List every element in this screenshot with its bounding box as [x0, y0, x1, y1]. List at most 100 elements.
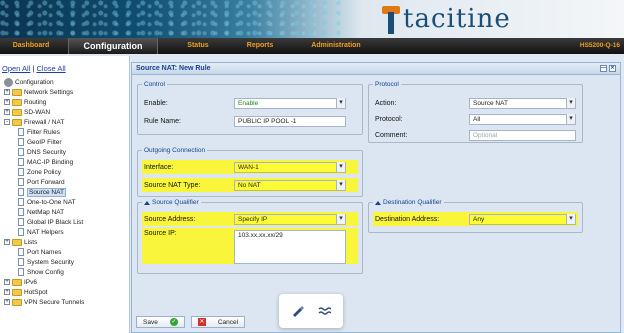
source-address-select[interactable]: Specify IP: [234, 213, 346, 225]
pen-icon[interactable]: [291, 304, 305, 318]
page-icon: [18, 218, 24, 226]
sidebar-item-routing[interactable]: + Routing: [4, 97, 46, 107]
brand-logo: tacitine: [380, 2, 511, 36]
sidebar-item-source-nat[interactable]: Source NAT: [18, 187, 66, 197]
sidebar-item-label: Network Settings: [24, 88, 74, 96]
rule-editor-panel: Source NAT: New Rule — ✕ Control Enable:…: [131, 62, 621, 333]
close-all-link[interactable]: Close All: [37, 64, 66, 73]
sidebar-item-hotspot[interactable]: + HotSpot: [4, 287, 48, 297]
folder-icon: [12, 288, 22, 296]
source-ip-row: Source IP: 103.xx.xx.xx/29: [142, 228, 358, 264]
sidebar-item-show-config[interactable]: Show Config: [18, 267, 64, 277]
save-button[interactable]: Save ✓: [136, 316, 185, 328]
source-ip-textarea[interactable]: 103.xx.xx.xx/29: [234, 230, 346, 264]
sidebar-item-system-security[interactable]: System Security: [18, 257, 74, 267]
page-icon: [18, 258, 24, 266]
device-model: HS5200-Q-16: [579, 42, 620, 49]
source-address-row: Source Address: Specify IP: [142, 212, 358, 226]
sidebar-item-vpn-secure-tunnels[interactable]: + VPN Secure Tunnels: [4, 297, 84, 307]
floating-toolbar: [279, 294, 343, 328]
sidebar-item-geoip-filter[interactable]: GeoIP Filter: [18, 137, 62, 147]
comment-row: Comment: Optional: [373, 128, 578, 142]
page-icon: [18, 138, 24, 146]
rule-name-label: Rule Name:: [144, 117, 181, 125]
check-icon: ✓: [169, 318, 178, 326]
pattern-icon[interactable]: [317, 304, 332, 318]
comment-input[interactable]: Optional: [469, 129, 576, 141]
page-icon: [18, 168, 24, 176]
folder-icon: [12, 88, 22, 96]
enable-row: Enable: Enable: [142, 96, 358, 110]
panel-title: Source NAT: New Rule: [136, 65, 211, 72]
expand-icon[interactable]: +: [4, 289, 10, 295]
nat-type-label: Source NAT Type:: [144, 181, 201, 189]
control-legend: Control: [144, 81, 165, 88]
sidebar-item-firewall-nat[interactable]: - Firewall / NAT: [4, 117, 64, 127]
nat-type-select[interactable]: No NAT: [234, 179, 346, 191]
source-qualifier-legend[interactable]: Source Qualifier: [142, 199, 201, 206]
destination-qualifier-legend[interactable]: Destination Qualifier: [373, 199, 444, 206]
save-label: Save: [143, 318, 158, 326]
destination-address-label: Destination Address:: [375, 215, 440, 223]
interface-select[interactable]: WAN-1: [234, 161, 346, 173]
sidebar-item-port-names[interactable]: Port Names: [18, 247, 61, 257]
nav-status[interactable]: Status: [168, 38, 228, 54]
sidebar-item-port-forward[interactable]: Port Forward: [18, 177, 65, 187]
page-icon: [18, 148, 24, 156]
sidebar-item-configuration[interactable]: Configuration: [4, 77, 54, 87]
sidebar-item-netmap-nat[interactable]: NetMap NAT: [18, 207, 64, 217]
expand-icon[interactable]: +: [4, 89, 10, 95]
sidebar-item-label: Configuration: [15, 78, 54, 86]
sidebar-item-label: NetMap NAT: [27, 208, 65, 216]
destination-qualifier-title: Destination Qualifier: [383, 199, 442, 206]
action-row: Action: Source NAT: [373, 96, 578, 110]
page-icon: [18, 208, 24, 216]
close-icon[interactable]: ✕: [609, 65, 616, 72]
destination-address-select[interactable]: Any: [469, 213, 576, 225]
sidebar-item-filter-rules[interactable]: Filter Rules: [18, 127, 60, 137]
sidebar-item-global-ip-black-list[interactable]: Global IP Black List: [18, 217, 83, 227]
destination-address-row: Destination Address: Any: [373, 212, 578, 226]
expand-icon[interactable]: +: [4, 109, 10, 115]
enable-select[interactable]: Enable: [234, 97, 346, 109]
sidebar-item-label: Zone Policy: [27, 168, 61, 176]
outgoing-connection-group: Outgoing Connection Interface: WAN-1 Sou…: [137, 147, 363, 197]
rule-name-input[interactable]: PUBLIC IP POOL -1: [234, 115, 346, 127]
expand-icon[interactable]: +: [4, 239, 10, 245]
action-select[interactable]: Source NAT: [469, 97, 576, 109]
sidebar-item-dns-security[interactable]: DNS Security: [18, 147, 66, 157]
sidebar-item-network-settings[interactable]: + Network Settings: [4, 87, 73, 97]
sidebar-item-sd-wan[interactable]: + SD-WAN: [4, 107, 50, 117]
folder-icon: [12, 298, 22, 306]
sidebar-item-label: One-to-One NAT: [27, 198, 76, 206]
enable-label: Enable:: [144, 99, 168, 107]
sidebar-item-label: GeoIP Filter: [27, 138, 62, 146]
sidebar-item-nat-helpers[interactable]: NAT Helpers: [18, 227, 64, 237]
nav-reports[interactable]: Reports: [230, 38, 290, 54]
folder-icon: [12, 278, 22, 286]
sidebar-item-label: Filter Rules: [27, 128, 60, 136]
collapse-icon[interactable]: -: [4, 119, 10, 125]
sidebar-item-label: HotSpot: [24, 288, 48, 296]
interface-label: Interface:: [144, 163, 174, 171]
expand-icon[interactable]: +: [4, 299, 10, 305]
sidebar-item-one-to-one-nat[interactable]: One-to-One NAT: [18, 197, 76, 207]
minimize-icon[interactable]: —: [600, 65, 607, 72]
open-all-link[interactable]: Open All: [2, 64, 30, 73]
gear-icon: [4, 77, 13, 87]
sidebar-item-label: Lists: [24, 238, 38, 246]
cancel-button[interactable]: ✕ Cancel: [190, 316, 246, 328]
protocol-select[interactable]: All: [469, 113, 576, 125]
nav-administration[interactable]: Administration: [296, 38, 376, 54]
protocol-row: Protocol: All: [373, 112, 578, 126]
source-address-label: Source Address:: [144, 215, 196, 223]
nav-dashboard[interactable]: Dashboard: [0, 38, 62, 54]
sidebar-item-zone-policy[interactable]: Zone Policy: [18, 167, 61, 177]
sidebar-item-mac-ip-binding[interactable]: MAC-IP Binding: [18, 157, 73, 167]
sidebar-item-ipv6[interactable]: + IPv6: [4, 277, 37, 287]
expand-icon[interactable]: +: [4, 99, 10, 105]
sidebar-item-lists[interactable]: + Lists: [4, 237, 37, 247]
form-actions: Save ✓ ✕ Cancel: [136, 316, 246, 328]
nav-configuration[interactable]: Configuration: [68, 38, 158, 54]
expand-icon[interactable]: +: [4, 279, 10, 285]
